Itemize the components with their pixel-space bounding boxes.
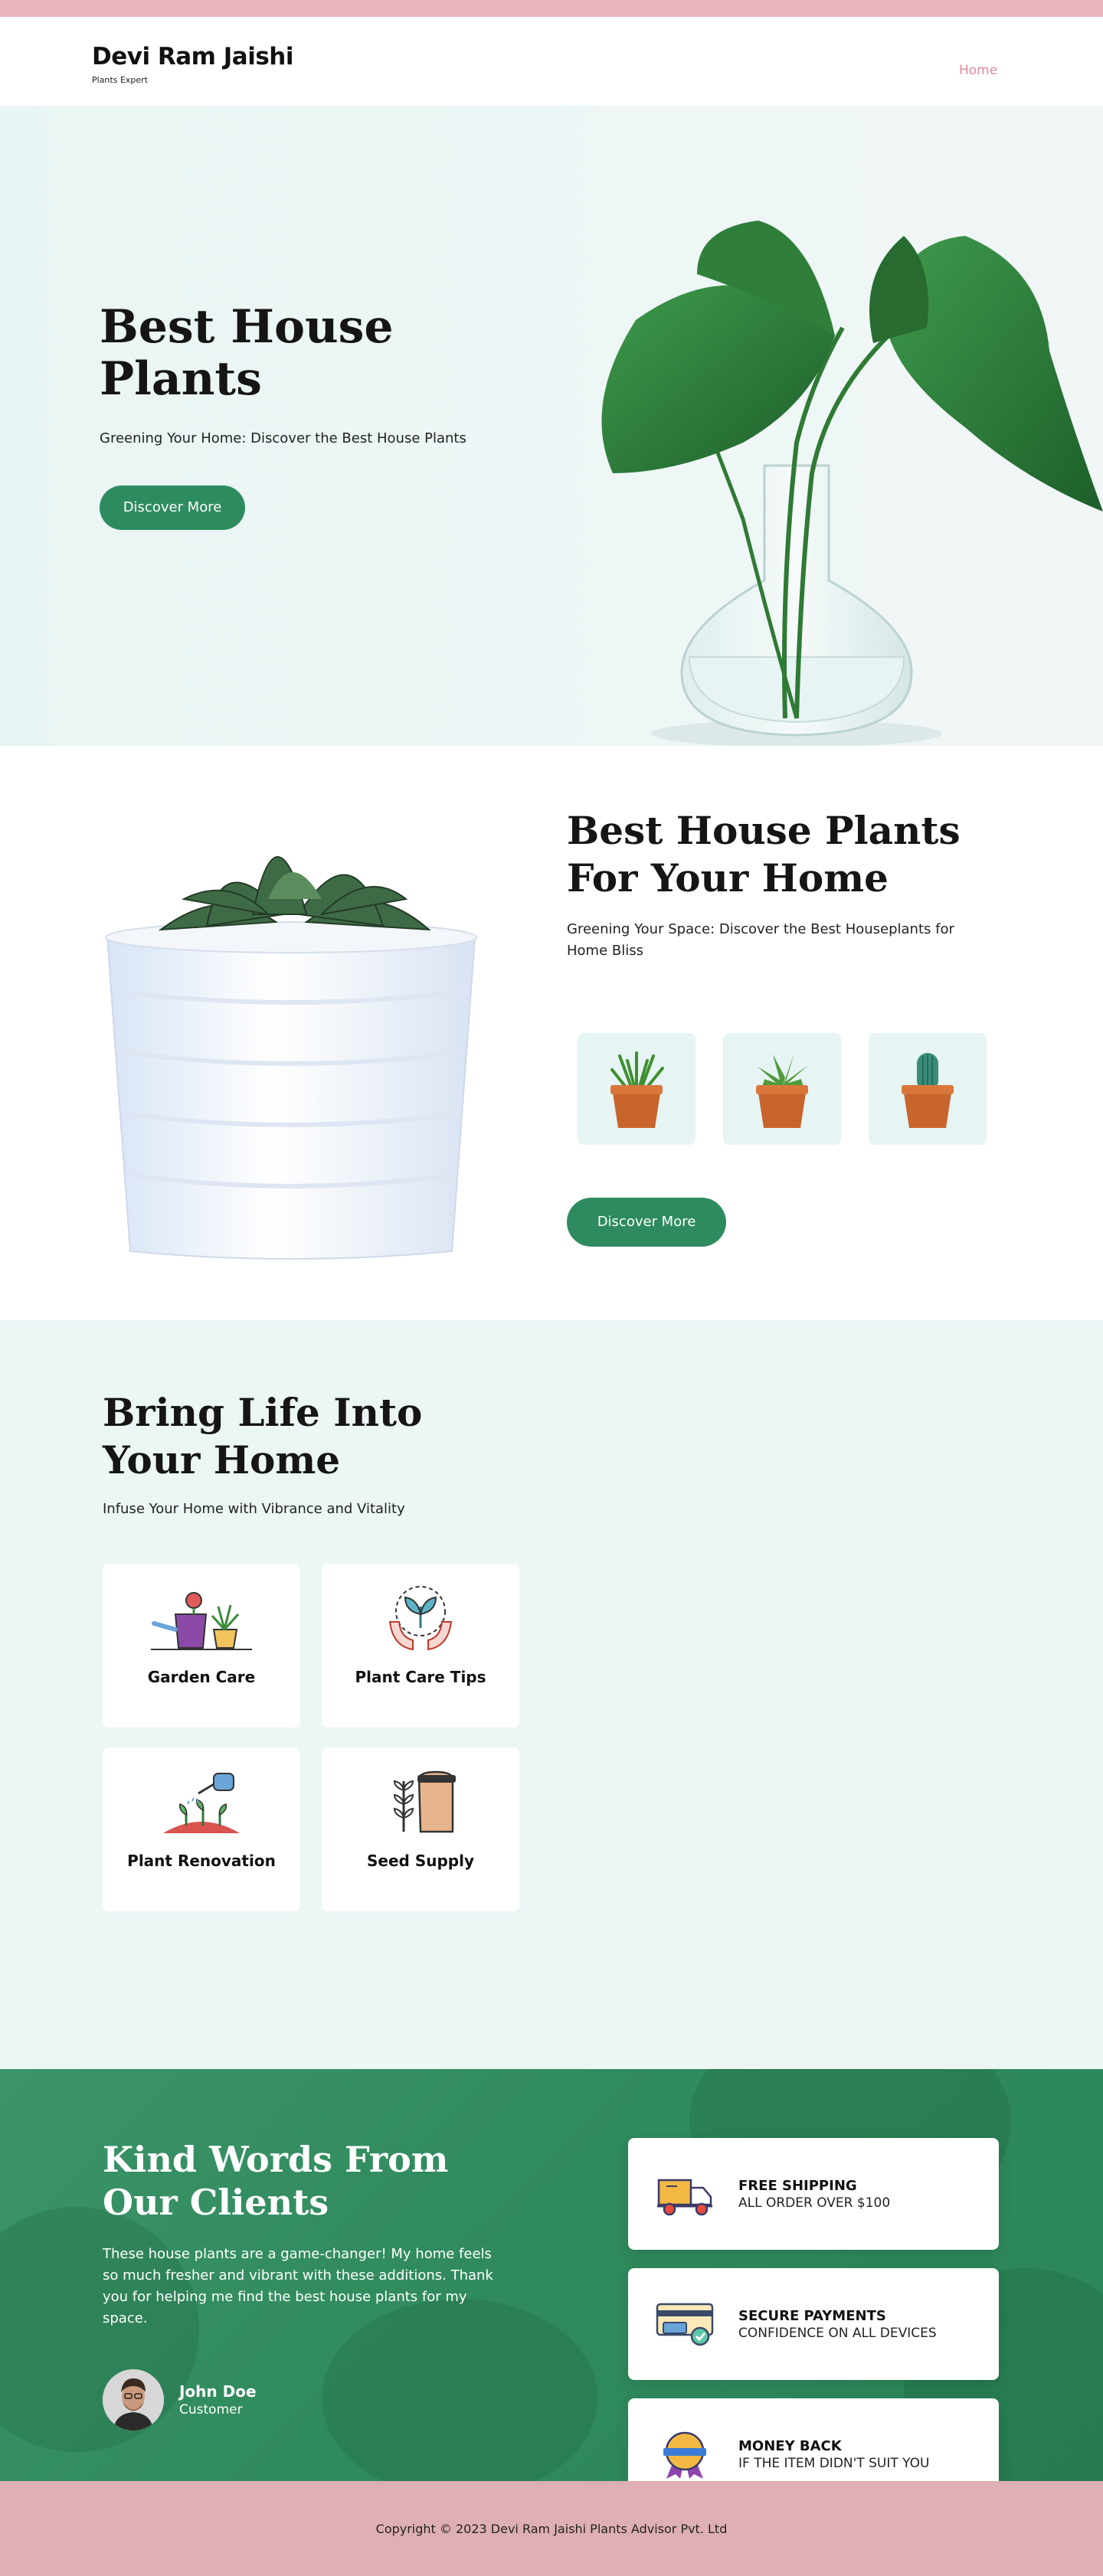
avatar xyxy=(103,2369,164,2431)
site-header: Devi Ram Jaishi Plants Expert Home xyxy=(0,17,1103,106)
feature-title: Best House Plants For Your Home xyxy=(567,808,961,901)
testimonial-quote: These house plants are a game-changer! M… xyxy=(103,2246,493,2326)
payment-card-icon xyxy=(656,2303,714,2346)
seed-bag-icon xyxy=(393,1770,456,1833)
testimonial-title: Kind Words From Our Clients xyxy=(103,2139,449,2223)
testimonial-author: John Doe Customer xyxy=(103,2369,257,2431)
service-card-seed-supply[interactable]: Seed Supply xyxy=(322,1747,519,1911)
grass-pot-icon xyxy=(610,1051,664,1128)
author-role: Customer xyxy=(179,2402,243,2417)
hero-subtitle: Greening Your Home: Discover the Best Ho… xyxy=(100,430,466,446)
vase-plant-image xyxy=(601,221,1103,746)
service-card-label: Plant Renovation xyxy=(127,1852,276,1870)
brand-tagline: Plants Expert xyxy=(92,75,148,85)
author-name: John Doe xyxy=(179,2382,257,2401)
services-title: Bring Life Into Your Home xyxy=(103,1390,423,1483)
perk-card-secure-payments: SECURE PAYMENTS CONFIDENCE ON ALL DEVICE… xyxy=(628,2268,999,2380)
avatar-portrait-icon xyxy=(103,2369,164,2431)
services-section: Bring Life Into Your Home Infuse Your Ho… xyxy=(0,1320,1103,2069)
brand-name: Devi Ram Jaishi xyxy=(92,43,294,70)
service-card-label: Seed Supply xyxy=(367,1852,474,1870)
brand[interactable]: Devi Ram Jaishi Plants Expert xyxy=(92,43,294,85)
perk-card-money-back: MONEY BACK IF THE ITEM DIDN'T SUIT YOU xyxy=(628,2398,999,2481)
service-card-label: Garden Care xyxy=(147,1668,256,1686)
hero-section: Best House Plants Greening Your Home: Di… xyxy=(0,106,1103,746)
hero-discover-button[interactable]: Discover More xyxy=(100,485,245,530)
plant-thumbnails xyxy=(578,1033,987,1145)
top-accent-strip xyxy=(0,0,1103,17)
plant-thumbnail-2[interactable] xyxy=(723,1033,841,1145)
perk-title: FREE SHIPPING xyxy=(738,2177,857,2194)
watering-can-icon xyxy=(163,1773,240,1833)
service-card-plant-care-tips[interactable]: Plant Care Tips xyxy=(322,1564,519,1728)
delivery-truck-icon xyxy=(657,2179,712,2216)
feature-discover-button[interactable]: Discover More xyxy=(567,1198,726,1247)
feature-section: Best House Plants For Your Home Greening… xyxy=(0,746,1103,1320)
money-back-badge-icon xyxy=(663,2431,706,2479)
succulent-pot-icon xyxy=(756,1053,808,1128)
perk-card-free-shipping: FREE SHIPPING ALL ORDER OVER $100 xyxy=(628,2138,999,2250)
perk-subtitle: ALL ORDER OVER $100 xyxy=(738,2195,891,2211)
service-card-plant-renovation[interactable]: Plant Renovation xyxy=(103,1747,300,1911)
perk-title: SECURE PAYMENTS xyxy=(738,2307,886,2324)
hero-title: Best House Plants xyxy=(100,300,394,406)
succulent-pot-image xyxy=(105,856,477,1260)
service-cards: Garden Care Plant Care Tips Plant Renova… xyxy=(103,1564,519,1911)
plant-thumbnail-3[interactable] xyxy=(869,1033,987,1145)
perk-subtitle: CONFIDENCE ON ALL DEVICES xyxy=(738,2325,937,2341)
perk-subtitle: IF THE ITEM DIDN'T SUIT YOU xyxy=(738,2455,930,2471)
service-card-garden-care[interactable]: Garden Care xyxy=(103,1564,300,1728)
cactus-pot-icon xyxy=(902,1053,954,1128)
nav-home-link[interactable]: Home xyxy=(959,63,997,78)
site-footer: Copyright © 2023 Devi Ram Jaishi Plants … xyxy=(0,2481,1103,2576)
feature-subtitle: Greening Your Space: Discover the Best H… xyxy=(567,921,954,959)
garden-care-icon xyxy=(151,1592,252,1650)
services-subtitle: Infuse Your Home with Vibrance and Vital… xyxy=(103,1501,405,1517)
plant-care-icon xyxy=(388,1586,453,1651)
perk-title: MONEY BACK xyxy=(738,2437,842,2454)
footer-copyright: Copyright © 2023 Devi Ram Jaishi Plants … xyxy=(375,2521,728,2536)
service-card-label: Plant Care Tips xyxy=(355,1668,486,1686)
testimonial-section: Kind Words From Our Clients These house … xyxy=(0,2069,1103,2481)
plant-thumbnail-1[interactable] xyxy=(578,1033,696,1145)
